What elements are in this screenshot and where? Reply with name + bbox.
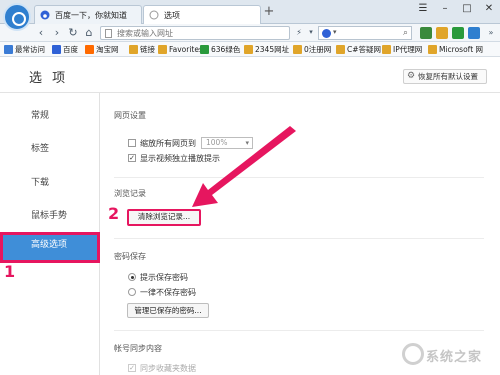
folder-icon xyxy=(382,45,391,54)
sidebar-item-mouse-gestures[interactable]: 鼠标手势 xyxy=(0,203,100,229)
watermark-text: 系统之家 xyxy=(426,350,483,365)
tab-baidu[interactable]: 百度一下，你就知道 xyxy=(34,5,142,24)
tab-options[interactable]: 选项 xyxy=(143,5,261,24)
browser-logo-icon[interactable] xyxy=(3,3,31,31)
extension-green-icon[interactable] xyxy=(420,27,432,39)
checkbox-checked[interactable]: ✓ xyxy=(128,154,136,162)
star-folder-icon xyxy=(4,45,13,54)
new-tab-button[interactable]: + xyxy=(262,5,276,20)
maximize-button[interactable]: □ xyxy=(458,2,476,16)
bookmark-item[interactable]: 636绿色 xyxy=(200,44,240,55)
navigation-toolbar: ‹ › ↻ ⌂ ⚡ ▾ ▾ ⌕ » xyxy=(0,24,500,42)
clear-history-button[interactable]: 清除浏览记录... xyxy=(127,209,201,226)
sidebar-item-downloads[interactable]: 下载 xyxy=(0,170,100,196)
folder-icon xyxy=(336,45,345,54)
address-bar[interactable] xyxy=(100,26,290,40)
radio-selected[interactable] xyxy=(128,273,136,281)
bookmarks-bar: 最常访问 百度 淘宝网 链接 Favorites 636绿色 2345网址 0注… xyxy=(0,42,500,57)
search-engine-dropdown-icon[interactable]: ▾ xyxy=(333,28,337,36)
folder-icon xyxy=(200,45,209,54)
page-icon xyxy=(149,10,159,20)
home-icon[interactable]: ⌂ xyxy=(82,26,96,40)
watermark: 系统之家 xyxy=(398,338,498,372)
section-title-password: 密码保存 xyxy=(114,252,146,261)
divider xyxy=(114,238,484,239)
zoom-all-checkbox[interactable]: 缩放所有网页到 xyxy=(128,138,196,149)
restore-defaults-label: 恢复所有默认设置 xyxy=(418,72,478,81)
title-bar: 百度一下，你就知道 选项 + ☰ – □ ✕ xyxy=(0,0,500,31)
annotation-step-2: 2 xyxy=(108,204,120,223)
extension-shield-icon[interactable] xyxy=(452,27,464,39)
chevron-down-icon: ▾ xyxy=(245,139,249,147)
checkbox-checked[interactable]: ✓ xyxy=(128,364,136,372)
menu-icon[interactable]: ☰ xyxy=(414,2,432,16)
options-sidebar: 常规 标签 下载 鼠标手势 高级选项 xyxy=(0,93,100,375)
gear-icon: ⚙ xyxy=(407,71,416,81)
extension-blue-icon[interactable] xyxy=(468,27,480,39)
radio-unselected[interactable] xyxy=(128,288,136,296)
section-title-web-settings: 网页设置 xyxy=(114,111,146,120)
baidu-icon xyxy=(52,45,61,54)
options-header: 选 项 ⚙ 恢复所有默认设置 xyxy=(0,57,500,93)
annotation-step-1: 1 xyxy=(4,262,16,281)
bookmark-item[interactable]: 链接 xyxy=(129,44,155,55)
restore-defaults-button[interactable]: ⚙ 恢复所有默认设置 xyxy=(403,69,487,84)
refresh-icon[interactable]: ↻ xyxy=(66,26,80,40)
dropdown-icon[interactable]: ▾ xyxy=(304,26,318,40)
search-icon[interactable]: ⌕ xyxy=(403,28,408,38)
watermark-logo-icon xyxy=(402,343,424,365)
bookmark-item[interactable]: 0注册网 xyxy=(293,44,331,55)
options-content: 网页设置 缩放所有网页到 100% ▾ ✓ 显示视频独立播放提示 浏览记录 清除… xyxy=(101,93,500,375)
bookmark-item[interactable]: IP代理网 xyxy=(382,44,422,55)
bookmark-item[interactable]: 2345网址 xyxy=(244,44,289,55)
taobao-icon xyxy=(85,45,94,54)
folder-icon xyxy=(293,45,302,54)
bookmark-item[interactable]: 最常访问 xyxy=(4,44,45,55)
password-prompt-radio[interactable]: 提示保存密码 xyxy=(128,272,188,283)
sidebar-item-general[interactable]: 常规 xyxy=(0,103,100,129)
more-tools-icon[interactable]: » xyxy=(484,26,498,40)
page-title: 选 项 xyxy=(29,71,69,86)
folder-icon xyxy=(158,45,167,54)
forward-icon[interactable]: › xyxy=(50,26,64,40)
document-icon xyxy=(105,29,112,38)
tab-label: 选项 xyxy=(164,11,180,20)
divider xyxy=(114,177,484,178)
extension-yellow-icon[interactable] xyxy=(436,27,448,39)
bookmark-item[interactable]: Favorites xyxy=(158,44,203,55)
url-input[interactable] xyxy=(117,28,287,39)
folder-icon xyxy=(244,45,253,54)
folder-icon xyxy=(428,45,437,54)
show-video-tip-checkbox[interactable]: ✓ 显示视频独立播放提示 xyxy=(128,153,220,164)
bookmark-item[interactable]: 百度 xyxy=(52,44,78,55)
minimize-button[interactable]: – xyxy=(436,2,454,16)
zoom-level-select[interactable]: 100% ▾ xyxy=(201,137,253,149)
tab-label: 百度一下，你就知道 xyxy=(55,11,127,20)
bookmark-item[interactable]: 淘宝网 xyxy=(85,44,119,55)
checkbox-unchecked[interactable] xyxy=(128,139,136,147)
manage-passwords-button[interactable]: 管理已保存的密码... xyxy=(127,303,209,318)
baidu-paw-icon xyxy=(40,10,50,20)
bookmark-item[interactable]: C#答疑网 xyxy=(336,44,381,55)
search-box[interactable]: ▾ ⌕ xyxy=(318,26,412,40)
sidebar-item-tabs[interactable]: 标签 xyxy=(0,136,100,162)
section-title-sync: 帐号同步内容 xyxy=(114,344,162,353)
sidebar-item-advanced[interactable]: 高级选项 xyxy=(0,232,100,263)
bookmark-item[interactable]: Microsoft 网 xyxy=(428,44,483,55)
sync-favorites-checkbox[interactable]: ✓ 同步收藏夹数据 xyxy=(128,363,196,374)
baidu-paw-icon xyxy=(322,29,331,38)
close-window-button[interactable]: ✕ xyxy=(480,2,498,16)
password-never-radio[interactable]: 一律不保存密码 xyxy=(128,287,196,298)
divider xyxy=(114,330,484,331)
back-icon[interactable]: ‹ xyxy=(34,26,48,40)
folder-icon xyxy=(129,45,138,54)
section-title-history: 浏览记录 xyxy=(114,189,146,198)
